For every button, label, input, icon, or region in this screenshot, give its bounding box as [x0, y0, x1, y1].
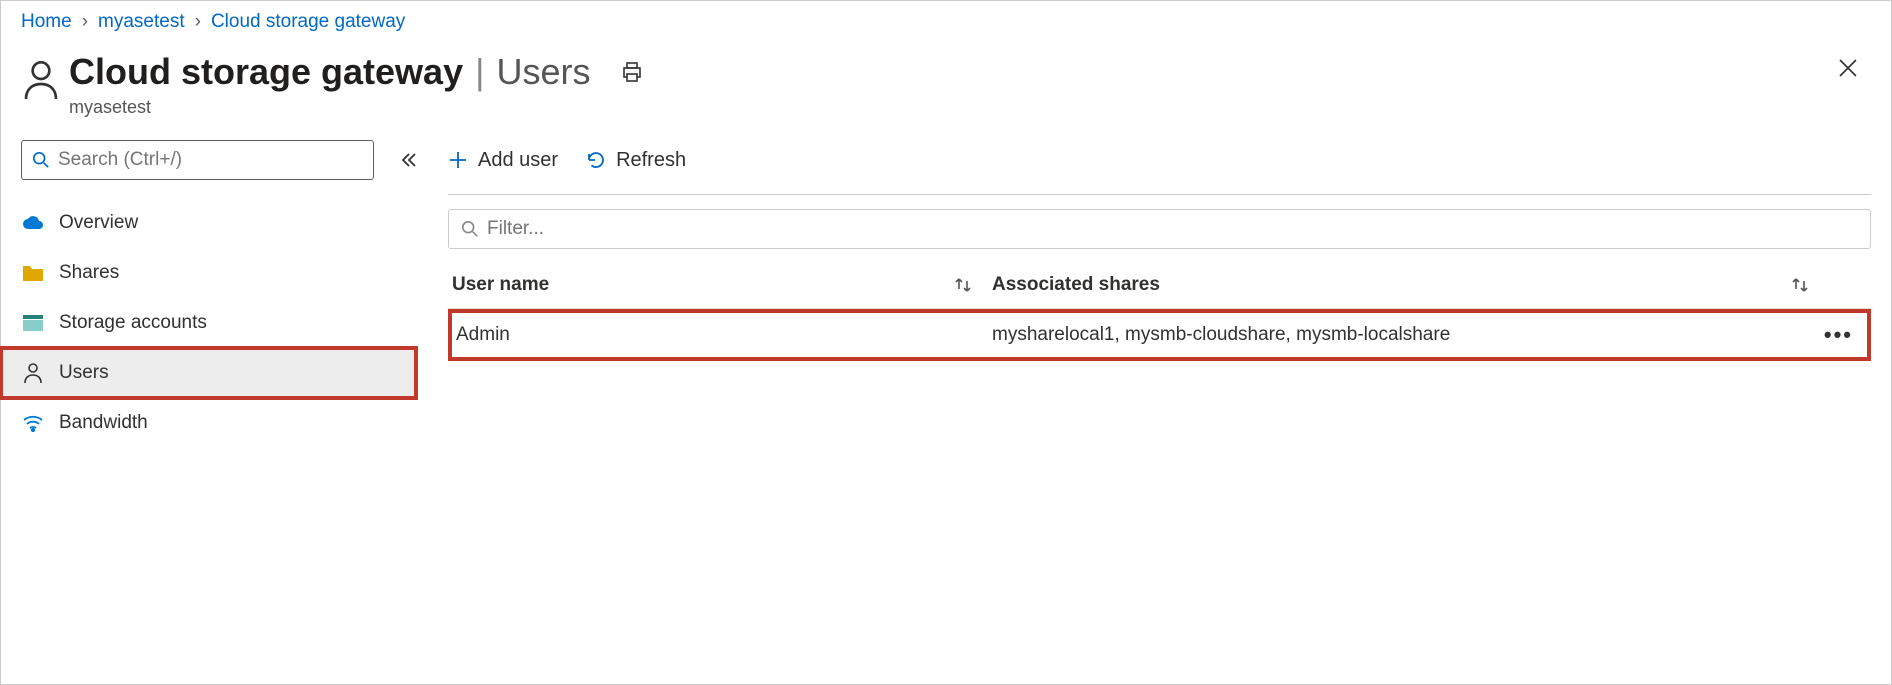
collapse-sidebar-icon[interactable]	[400, 152, 416, 168]
chevron-right-icon: ›	[195, 11, 201, 33]
breadcrumb-home[interactable]: Home	[21, 11, 72, 33]
main-content: Add user Refresh User name Associat	[448, 140, 1871, 448]
table-header: User name Associated shares	[448, 261, 1871, 309]
more-actions-icon[interactable]: •••	[1824, 322, 1853, 348]
sidebar-search[interactable]	[21, 140, 374, 180]
page-header: Cloud storage gateway | Users myasetest	[1, 43, 1891, 128]
sidebar-item-label: Storage accounts	[59, 312, 207, 334]
close-icon[interactable]	[1837, 57, 1859, 79]
column-label: Associated shares	[992, 274, 1160, 296]
breadcrumb-resource[interactable]: myasetest	[98, 11, 185, 33]
add-user-button[interactable]: Add user	[448, 149, 558, 172]
page-section: Users	[496, 51, 590, 93]
sidebar-item-shares[interactable]: Shares	[1, 248, 416, 298]
user-icon	[21, 362, 45, 384]
add-user-label: Add user	[478, 149, 558, 172]
sidebar-item-storage-accounts[interactable]: Storage accounts	[1, 298, 416, 348]
filter-box[interactable]	[448, 209, 1871, 249]
table-row[interactable]: Admin mysharelocal1, mysmb-cloudshare, m…	[448, 309, 1871, 361]
print-icon[interactable]	[620, 60, 644, 84]
page-subtitle: myasetest	[69, 97, 644, 118]
refresh-icon	[586, 150, 606, 170]
sidebar: Overview Shares Storage accounts Users	[21, 140, 416, 448]
sidebar-item-label: Users	[59, 362, 109, 384]
page-title: Cloud storage gateway	[69, 51, 463, 93]
column-header-username[interactable]: User name	[452, 274, 992, 296]
column-label: User name	[452, 274, 549, 296]
search-icon	[32, 151, 50, 169]
user-icon	[21, 51, 69, 101]
cell-shares: mysharelocal1, mysmb-cloudshare, mysmb-l…	[992, 324, 1855, 346]
refresh-label: Refresh	[616, 149, 686, 172]
refresh-button[interactable]: Refresh	[586, 149, 686, 172]
wifi-icon	[21, 414, 45, 432]
sidebar-item-label: Shares	[59, 262, 119, 284]
sort-icon[interactable]	[1791, 276, 1809, 294]
column-header-shares[interactable]: Associated shares	[992, 274, 1859, 296]
sidebar-item-users[interactable]: Users	[1, 348, 416, 398]
divider	[448, 194, 1871, 195]
search-icon	[461, 220, 479, 238]
sidebar-search-input[interactable]	[58, 149, 363, 171]
filter-input[interactable]	[487, 218, 1858, 240]
chevron-right-icon: ›	[82, 11, 88, 33]
cell-username: Admin	[456, 324, 992, 346]
cloud-icon	[21, 215, 45, 231]
title-separator: |	[475, 51, 484, 93]
sidebar-item-bandwidth[interactable]: Bandwidth	[1, 398, 416, 448]
sidebar-item-label: Overview	[59, 212, 138, 234]
toolbar: Add user Refresh	[448, 140, 1871, 180]
breadcrumb-service[interactable]: Cloud storage gateway	[211, 11, 405, 33]
breadcrumb: Home › myasetest › Cloud storage gateway	[1, 1, 1891, 43]
storage-icon	[21, 314, 45, 332]
sidebar-item-overview[interactable]: Overview	[1, 198, 416, 248]
sidebar-item-label: Bandwidth	[59, 412, 148, 434]
plus-icon	[448, 150, 468, 170]
sort-icon[interactable]	[954, 276, 972, 294]
folder-icon	[21, 264, 45, 282]
